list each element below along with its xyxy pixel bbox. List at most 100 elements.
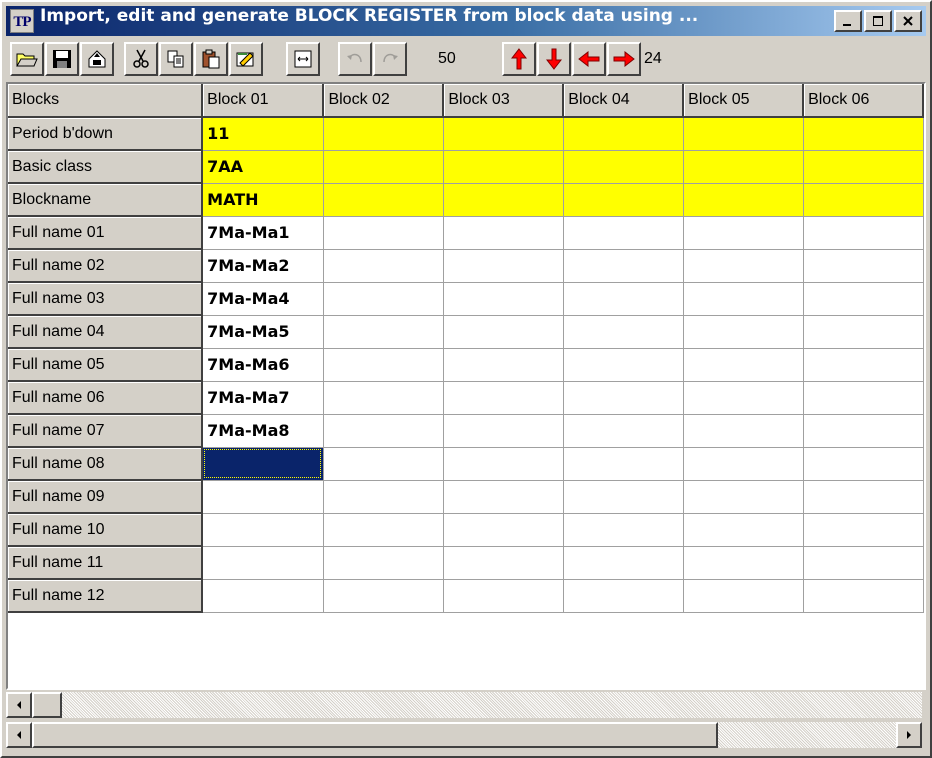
grid-cell[interactable] <box>443 183 564 217</box>
grid-cell[interactable] <box>323 183 444 217</box>
scroll-thumb-outer[interactable] <box>32 722 718 748</box>
row-header[interactable]: Full name 11 <box>8 546 204 580</box>
grid-cell[interactable] <box>803 414 924 448</box>
grid-cell[interactable] <box>202 480 324 514</box>
grid-cell[interactable]: 7Ma-Ma2 <box>202 249 324 283</box>
block-grid[interactable]: Blocks Block 01 Block 02 Block 03 Block 04 Bl… <box>6 82 926 690</box>
grid-cell[interactable] <box>323 315 444 349</box>
redo-button[interactable] <box>373 42 407 76</box>
minimize-button[interactable] <box>834 10 862 32</box>
grid-cell[interactable] <box>683 513 804 547</box>
inner-horizontal-scrollbar[interactable] <box>6 692 922 718</box>
grid-cell[interactable] <box>683 150 804 184</box>
grid-cell[interactable] <box>443 414 564 448</box>
grid-cell[interactable] <box>323 117 444 151</box>
grid-cell[interactable] <box>683 480 804 514</box>
column-header[interactable]: Block 03 <box>443 84 565 118</box>
grid-cell[interactable] <box>323 414 444 448</box>
grid-cell[interactable] <box>443 150 564 184</box>
move-right-button[interactable] <box>607 42 641 76</box>
grid-cell[interactable] <box>803 480 924 514</box>
grid-cell[interactable] <box>803 282 924 316</box>
grid-cell[interactable] <box>443 546 564 580</box>
grid-cell[interactable] <box>683 249 804 283</box>
grid-cell[interactable] <box>323 249 444 283</box>
grid-cell[interactable] <box>803 183 924 217</box>
grid-cell[interactable] <box>323 150 444 184</box>
grid-cell[interactable] <box>323 216 444 250</box>
grid-cell[interactable] <box>323 480 444 514</box>
scroll-left-button[interactable] <box>6 692 32 718</box>
grid-cell[interactable]: 7Ma-Ma8 <box>202 414 324 448</box>
grid-cell[interactable] <box>803 216 924 250</box>
cut-button[interactable] <box>124 42 158 76</box>
grid-cell[interactable] <box>563 315 684 349</box>
grid-cell[interactable] <box>683 117 804 151</box>
grid-cell[interactable] <box>803 513 924 547</box>
row-header[interactable]: Full name 05 <box>8 348 204 382</box>
row-header[interactable]: Full name 06 <box>8 381 204 415</box>
grid-cell[interactable] <box>443 513 564 547</box>
grid-cell[interactable] <box>323 546 444 580</box>
grid-cell[interactable] <box>443 282 564 316</box>
grid-cell[interactable] <box>803 315 924 349</box>
save-button[interactable] <box>45 42 79 76</box>
grid-cell[interactable] <box>563 150 684 184</box>
grid-cell[interactable] <box>323 513 444 547</box>
scroll-left-button-outer[interactable] <box>6 722 32 748</box>
move-up-button[interactable] <box>502 42 536 76</box>
column-header[interactable]: Block 01 <box>202 84 325 118</box>
grid-cell[interactable] <box>683 315 804 349</box>
grid-cell[interactable] <box>202 579 324 613</box>
row-header[interactable]: Basic class <box>8 150 204 184</box>
grid-cell[interactable]: 7Ma-Ma7 <box>202 381 324 415</box>
row-header[interactable]: Full name 02 <box>8 249 204 283</box>
grid-cell[interactable]: MATH <box>202 183 324 217</box>
grid-cell[interactable] <box>563 117 684 151</box>
grid-cell[interactable] <box>803 249 924 283</box>
row-header[interactable]: Full name 09 <box>8 480 204 514</box>
selected-cell[interactable] <box>202 447 324 481</box>
grid-cell[interactable] <box>443 480 564 514</box>
grid-cell[interactable] <box>563 183 684 217</box>
grid-cell[interactable] <box>683 414 804 448</box>
grid-cell[interactable] <box>443 348 564 382</box>
grid-cell[interactable] <box>443 381 564 415</box>
grid-cell[interactable] <box>563 381 684 415</box>
row-header[interactable]: Period b'down <box>8 117 204 151</box>
grid-cell[interactable]: 7Ma-Ma6 <box>202 348 324 382</box>
grid-cell[interactable] <box>563 579 684 613</box>
grid-cell[interactable] <box>202 546 324 580</box>
row-header[interactable]: Full name 10 <box>8 513 204 547</box>
paste-button[interactable] <box>194 42 228 76</box>
grid-cell[interactable] <box>563 348 684 382</box>
grid-cell[interactable] <box>803 150 924 184</box>
horizontal-scrollbar[interactable] <box>6 722 922 748</box>
grid-cell[interactable] <box>803 117 924 151</box>
column-header[interactable]: Block 04 <box>563 84 685 118</box>
row-header[interactable]: Blockname <box>8 183 204 217</box>
grid-cell[interactable] <box>683 579 804 613</box>
row-header[interactable]: Full name 07 <box>8 414 204 448</box>
grid-cell[interactable] <box>803 579 924 613</box>
grid-cell[interactable] <box>323 348 444 382</box>
grid-cell[interactable] <box>683 381 804 415</box>
grid-cell[interactable] <box>683 546 804 580</box>
grid-cell[interactable] <box>443 447 564 481</box>
scroll-thumb[interactable] <box>32 692 62 718</box>
grid-cell[interactable] <box>803 447 924 481</box>
grid-cell[interactable] <box>202 513 324 547</box>
grid-cell[interactable] <box>443 249 564 283</box>
grid-cell[interactable] <box>323 447 444 481</box>
grid-cell[interactable] <box>683 447 804 481</box>
row-header[interactable]: Full name 03 <box>8 282 204 316</box>
column-header[interactable]: Block 02 <box>323 84 445 118</box>
fit-width-button[interactable] <box>286 42 320 76</box>
grid-cell[interactable] <box>683 216 804 250</box>
grid-cell[interactable]: 7Ma-Ma4 <box>202 282 324 316</box>
grid-cell[interactable] <box>803 348 924 382</box>
close-button[interactable] <box>894 10 922 32</box>
grid-cell[interactable] <box>563 249 684 283</box>
grid-cell[interactable] <box>563 447 684 481</box>
grid-cell[interactable] <box>563 216 684 250</box>
